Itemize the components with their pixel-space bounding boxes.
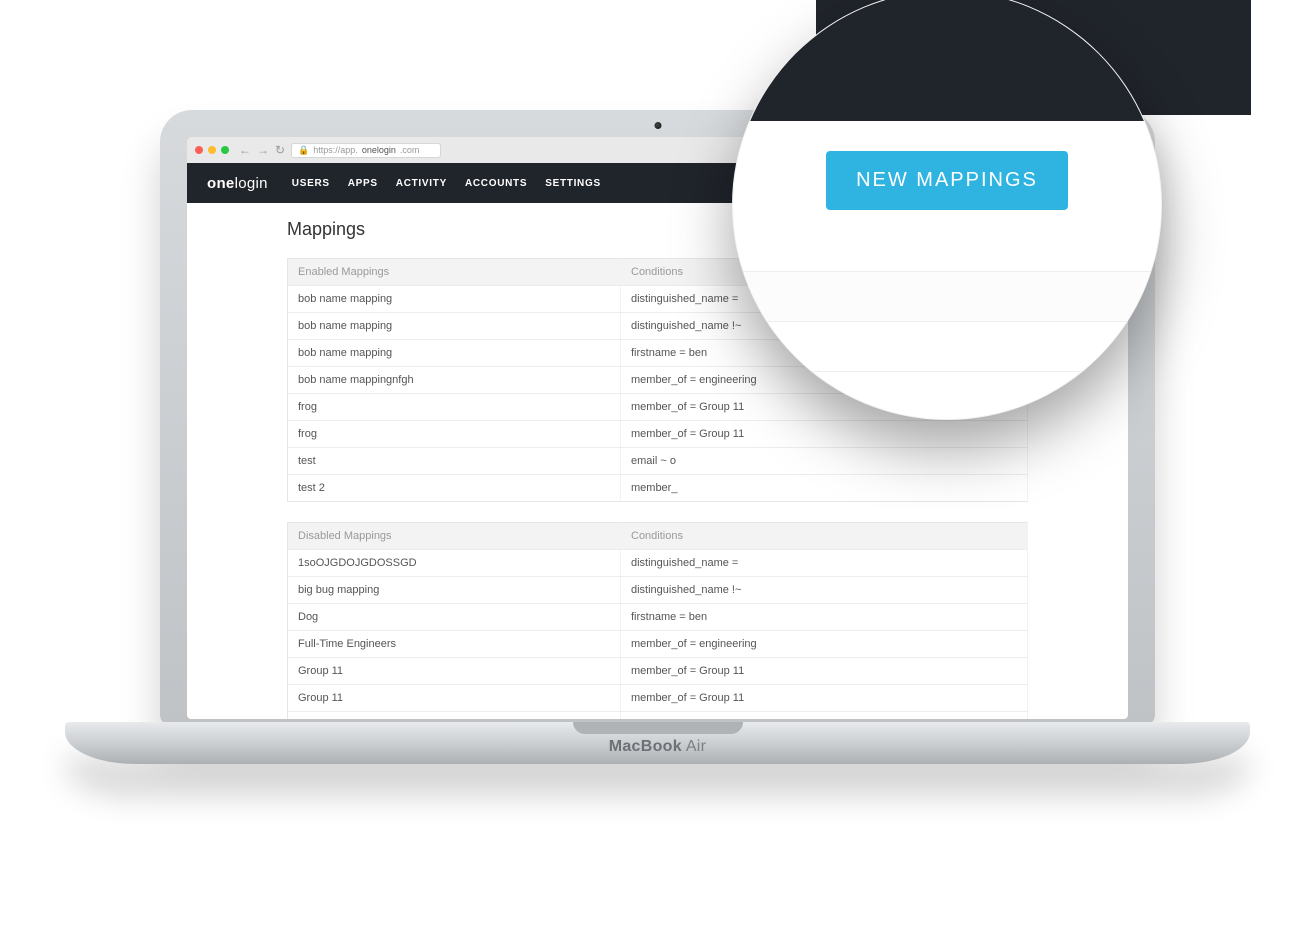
- cell-name: Group 11: [288, 658, 621, 685]
- cell-cond: distinguished_name = cat: [621, 712, 1028, 720]
- new-mappings-button[interactable]: NEW MAPPINGS: [826, 151, 1068, 210]
- lock-icon: 🔒: [298, 145, 309, 156]
- cell-cond: distinguished_name =: [621, 550, 1028, 577]
- cell-cond: member_: [621, 475, 1028, 502]
- laptop-notch: [573, 722, 743, 734]
- nav-activity[interactable]: ACTIVITY: [396, 178, 447, 189]
- cell-name: Full-Time Engineers: [288, 631, 621, 658]
- magnifier-row: [733, 272, 1161, 322]
- nav-accounts[interactable]: ACCOUNTS: [465, 178, 527, 189]
- top-nav: USERS APPS ACTIVITY ACCOUNTS SETTINGS: [292, 178, 601, 189]
- table-header: Disabled Mappings Conditions: [288, 523, 1028, 550]
- reload-icon[interactable]: ↻: [275, 143, 285, 157]
- table-row[interactable]: Group 11member_of = Group 11: [288, 658, 1028, 685]
- table-row[interactable]: Dogfirstname = ben: [288, 604, 1028, 631]
- minimize-window-icon[interactable]: [208, 146, 216, 154]
- back-icon[interactable]: ←: [239, 143, 251, 157]
- camera-dot: [654, 122, 661, 129]
- col-header-name: Disabled Mappings: [288, 523, 621, 550]
- cell-name: frog: [288, 421, 621, 448]
- magnifier-row: [733, 322, 1161, 372]
- url-suffix: .com: [400, 145, 420, 155]
- cell-name: frog: [288, 394, 621, 421]
- cell-name: HOLY MAPPING: [288, 712, 621, 720]
- cell-cond: member_of = Group 11: [621, 685, 1028, 712]
- table-row[interactable]: Group 11member_of = Group 11: [288, 685, 1028, 712]
- cell-name: test: [288, 448, 621, 475]
- cell-name: bob name mapping: [288, 313, 621, 340]
- cell-name: bob name mappingnfgh: [288, 367, 621, 394]
- table-row[interactable]: test 2member_: [288, 475, 1028, 502]
- window-traffic-lights[interactable]: [195, 146, 229, 154]
- nav-users[interactable]: USERS: [292, 178, 330, 189]
- nav-settings[interactable]: SETTINGS: [545, 178, 601, 189]
- device-model-label: MacBook Air: [609, 738, 707, 756]
- cell-name: Group 11: [288, 685, 621, 712]
- laptop-base: MacBook Air: [65, 722, 1250, 764]
- cell-name: 1soOJGDOJGDOSSGD: [288, 550, 621, 577]
- url-domain: onelogin: [362, 145, 396, 155]
- device-model-bold: MacBook: [609, 738, 682, 755]
- close-window-icon[interactable]: [195, 146, 203, 154]
- cell-name: bob name mapping: [288, 286, 621, 313]
- cell-cond: distinguished_name !~: [621, 577, 1028, 604]
- cell-cond: member_of = Group 11: [621, 658, 1028, 685]
- table-row[interactable]: 1soOJGDOJGDOSSGDdistinguished_name =: [288, 550, 1028, 577]
- cell-name: big bug mapping: [288, 577, 621, 604]
- cell-name: bob name mapping: [288, 340, 621, 367]
- cell-name: Dog: [288, 604, 621, 631]
- col-header-name: Enabled Mappings: [288, 259, 621, 286]
- cell-cond: member_of = Group 11: [621, 421, 1028, 448]
- brand-part2: login: [235, 175, 268, 192]
- magnifier-callout: NEW MAPPINGS: [732, 0, 1162, 420]
- maximize-window-icon[interactable]: [221, 146, 229, 154]
- url-prefix: https://app.: [313, 145, 358, 155]
- magnifier-header-strip: [733, 0, 1161, 121]
- col-header-conditions: Conditions: [621, 523, 1028, 550]
- table-row[interactable]: HOLY MAPPINGdistinguished_name = cat: [288, 712, 1028, 720]
- table-row[interactable]: big bug mappingdistinguished_name !~: [288, 577, 1028, 604]
- cell-name: test 2: [288, 475, 621, 502]
- table-row[interactable]: testemail ~ o: [288, 448, 1028, 475]
- device-model-light: Air: [682, 738, 706, 755]
- address-bar[interactable]: 🔒 https://app. onelogin .com: [291, 143, 441, 158]
- forward-icon[interactable]: →: [257, 143, 269, 157]
- cell-cond: email ~ o: [621, 448, 1028, 475]
- brand-logo[interactable]: onelogin: [207, 175, 268, 192]
- magnifier-rows-preview: [733, 271, 1161, 419]
- nav-apps[interactable]: APPS: [348, 178, 378, 189]
- cell-cond: member_of = engineering: [621, 631, 1028, 658]
- brand-part1: one: [207, 175, 235, 192]
- table-row[interactable]: frogmember_of = Group 11: [288, 421, 1028, 448]
- cell-cond: firstname = ben: [621, 604, 1028, 631]
- disabled-mappings-table: Disabled Mappings Conditions 1soOJGDOJGD…: [287, 522, 1028, 719]
- table-row[interactable]: Full-Time Engineersmember_of = engineeri…: [288, 631, 1028, 658]
